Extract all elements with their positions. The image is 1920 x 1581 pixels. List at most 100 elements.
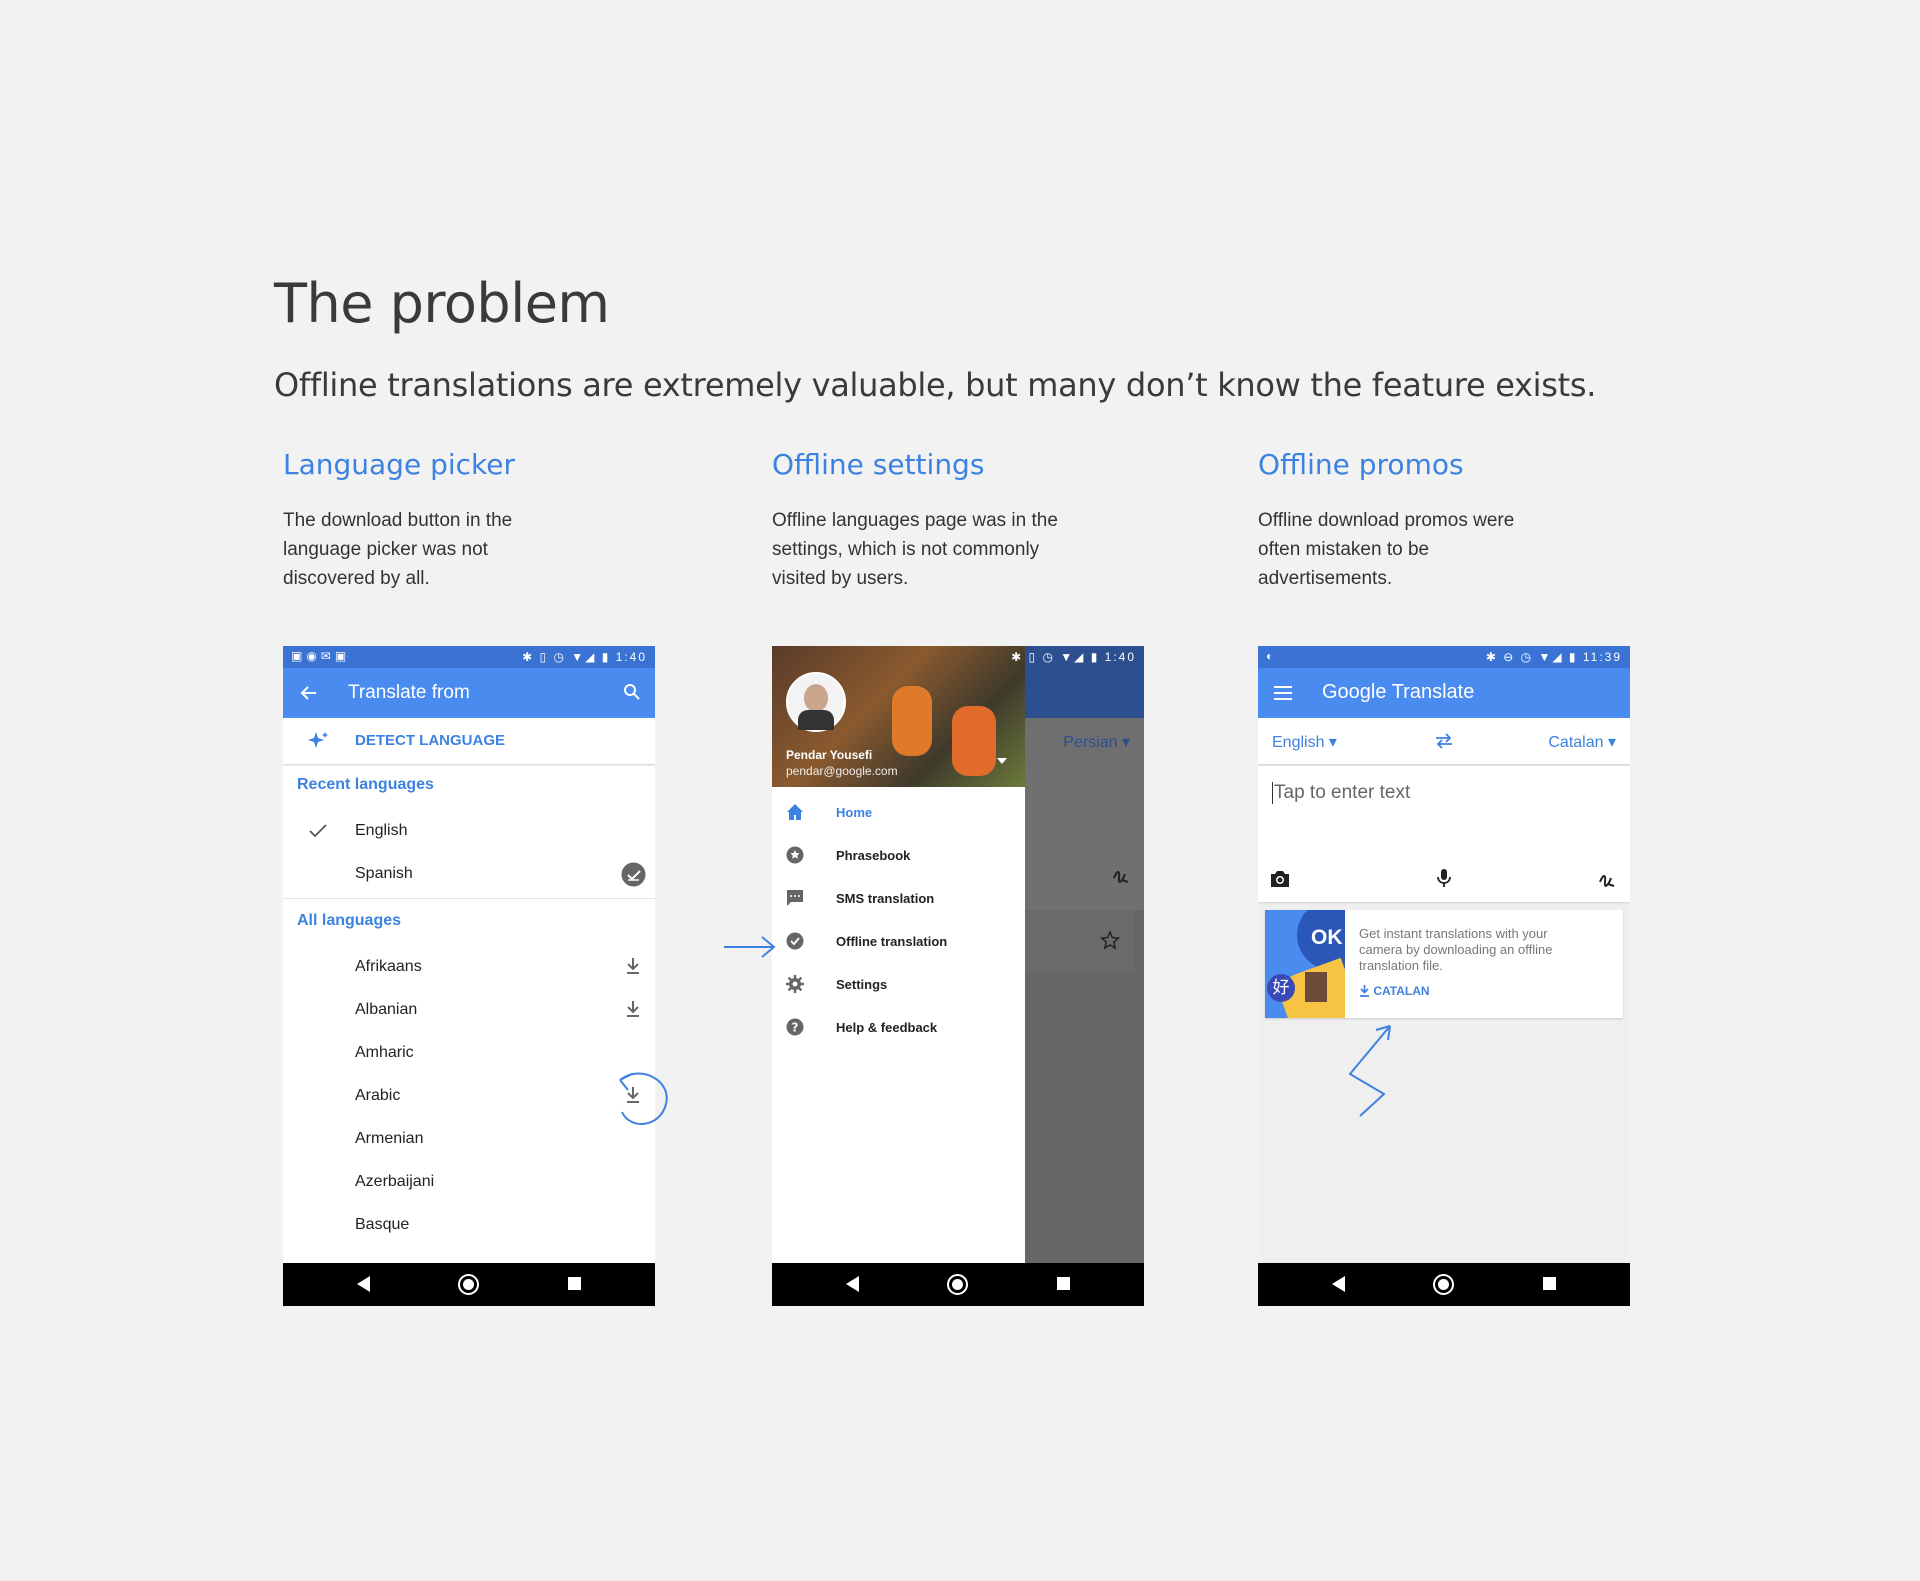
language-label: Spanish	[355, 865, 413, 882]
drawer-item-label: Offline translation	[836, 934, 948, 949]
promo-text-line: Get instant translations with your	[1359, 926, 1548, 941]
drawer-item-label: Settings	[836, 977, 888, 992]
promo-phone-shape	[1305, 972, 1327, 1002]
promo-illustration: OK 好	[1265, 910, 1345, 1018]
check-icon	[309, 824, 327, 838]
promo-download-button[interactable]: CATALAN	[1359, 984, 1430, 998]
avatar[interactable]	[786, 672, 846, 732]
star-circle-icon	[786, 846, 804, 864]
status-time: 1:40	[1104, 650, 1136, 664]
nav-recents-icon[interactable]	[1543, 1277, 1556, 1290]
language-row[interactable]: Azerbaijani	[283, 1161, 655, 1204]
avatar-face	[804, 684, 828, 712]
promo-download-label: CATALAN	[1373, 984, 1430, 998]
status-time: 11:39	[1582, 650, 1622, 664]
desc-line: often mistaken to be	[1258, 539, 1430, 560]
nav-home-icon[interactable]	[947, 1274, 968, 1295]
annotation-arrow	[724, 936, 776, 958]
status-time: 1:40	[615, 650, 647, 664]
language-label: Arabic	[355, 1087, 401, 1104]
message-icon	[787, 890, 803, 906]
promo-glyph: 好	[1267, 974, 1295, 1002]
download-icon[interactable]	[625, 956, 641, 976]
language-row[interactable]: Afrikaans	[283, 946, 655, 989]
recent-languages-header: Recent languages	[297, 776, 434, 793]
navigation-drawer: Pendar Yousefi pendar@google.com Home Ph…	[772, 646, 1025, 1263]
nav-back-icon[interactable]	[1332, 1276, 1345, 1292]
drawer-item-offline-translation[interactable]: Offline translation	[772, 920, 1025, 963]
account-dropdown-icon[interactable]	[997, 758, 1007, 766]
system-nav-bar	[1258, 1263, 1630, 1306]
drawer-item-sms-translation[interactable]: SMS translation	[772, 877, 1025, 920]
promo-text-line: translation file.	[1359, 958, 1443, 973]
notification-icons: ◐	[1266, 649, 1278, 663]
desc-line: The download button in the	[283, 510, 513, 531]
detect-language-button[interactable]: DETECT LANGUAGE	[283, 718, 655, 764]
svg-text:?: ?	[792, 1021, 799, 1035]
gear-icon	[786, 975, 804, 993]
column-heading-language-picker: Language picker	[283, 448, 515, 481]
drawer-item-label: Home	[836, 805, 873, 820]
microphone-icon[interactable]	[1436, 868, 1452, 888]
system-nav-bar	[283, 1263, 655, 1306]
drawer-item-label: SMS translation	[836, 891, 935, 906]
source-language-selector[interactable]: English ▾	[1272, 732, 1337, 752]
status-icons: ✱ ⊖ ◷ ▼◢ ▮ 11:39	[1485, 650, 1622, 664]
language-row-spanish[interactable]: Spanish	[283, 853, 655, 896]
handwriting-icon	[1113, 871, 1129, 883]
camera-icon[interactable]	[1270, 870, 1290, 888]
drawer-item-settings[interactable]: Settings	[772, 963, 1025, 1006]
nav-recents-icon[interactable]	[568, 1277, 581, 1290]
language-label: English	[355, 822, 408, 839]
drawer-item-phrasebook[interactable]: Phrasebook	[772, 834, 1025, 877]
promo-text: Get instant translations with your camer…	[1359, 926, 1552, 974]
swap-languages-icon[interactable]	[1434, 732, 1454, 750]
desc-line: Offline languages page was in the	[772, 510, 1058, 531]
drawer-item-label: Help & feedback	[836, 1020, 938, 1035]
language-row[interactable]: Albanian	[283, 989, 655, 1032]
system-nav-bar	[772, 1263, 1144, 1306]
language-label: Basque	[355, 1216, 410, 1233]
target-language-selector[interactable]: Catalan ▾	[1548, 732, 1616, 752]
language-label: Amharic	[355, 1044, 414, 1061]
text-input[interactable]: Tap to enter text	[1272, 782, 1410, 804]
language-label: Afrikaans	[355, 958, 422, 975]
desc-line: Offline download promos were	[1258, 510, 1515, 531]
handwriting-icon[interactable]	[1598, 870, 1616, 888]
column-heading-offline-promos: Offline promos	[1258, 448, 1464, 481]
nav-home-icon[interactable]	[458, 1274, 479, 1295]
phone-language-picker: ▣◉✉▣ ✱ ▯ ◷ ▼◢ ▮ 1:40 Translate from DETE…	[283, 646, 655, 1306]
target-language-label: Catalan	[1548, 734, 1604, 751]
offline-promo-card[interactable]: OK 好 Get instant translations with your …	[1265, 910, 1623, 1018]
language-label: Azerbaijani	[355, 1173, 435, 1190]
menu-icon[interactable]	[1274, 685, 1292, 701]
language-row-english[interactable]: English	[283, 810, 655, 853]
sparkle-icon	[308, 732, 328, 748]
offline-check-icon	[786, 932, 804, 950]
language-bar: English ▾ Catalan ▾	[1258, 718, 1630, 764]
download-icon	[1360, 985, 1369, 997]
language-row[interactable]: Basque	[283, 1204, 655, 1247]
annotation-circle	[619, 1072, 668, 1125]
desc-line: language picker was not	[283, 539, 488, 560]
download-icon[interactable]	[625, 999, 641, 1019]
input-area[interactable]: Tap to enter text	[1258, 766, 1630, 902]
promo-text-line: camera by downloading an offline	[1359, 942, 1553, 957]
downloaded-check-icon[interactable]	[621, 862, 646, 887]
notification-icons: ▣◉✉▣	[291, 649, 351, 663]
drawer-item-home[interactable]: Home	[772, 791, 1025, 834]
bg-language-label: Persian	[1063, 734, 1118, 751]
nav-home-icon[interactable]	[1433, 1274, 1454, 1295]
nav-recents-icon[interactable]	[1057, 1277, 1070, 1290]
status-icons: ✱ ▯ ◷ ▼◢ ▮ 1:40	[1011, 650, 1136, 664]
drawer-item-help-feedback[interactable]: ? Help & feedback	[772, 1006, 1025, 1049]
nav-back-icon[interactable]	[846, 1276, 859, 1292]
search-icon[interactable]	[623, 683, 641, 701]
nav-back-icon[interactable]	[357, 1276, 370, 1292]
bg-card	[1022, 910, 1134, 972]
annotation-zigzag-arrow	[1348, 1025, 1391, 1117]
desc-line: discovered by all.	[283, 568, 430, 589]
account-name: Pendar Yousefi	[786, 748, 873, 762]
astronaut-illustration	[952, 706, 996, 776]
back-arrow-icon[interactable]	[299, 684, 317, 702]
